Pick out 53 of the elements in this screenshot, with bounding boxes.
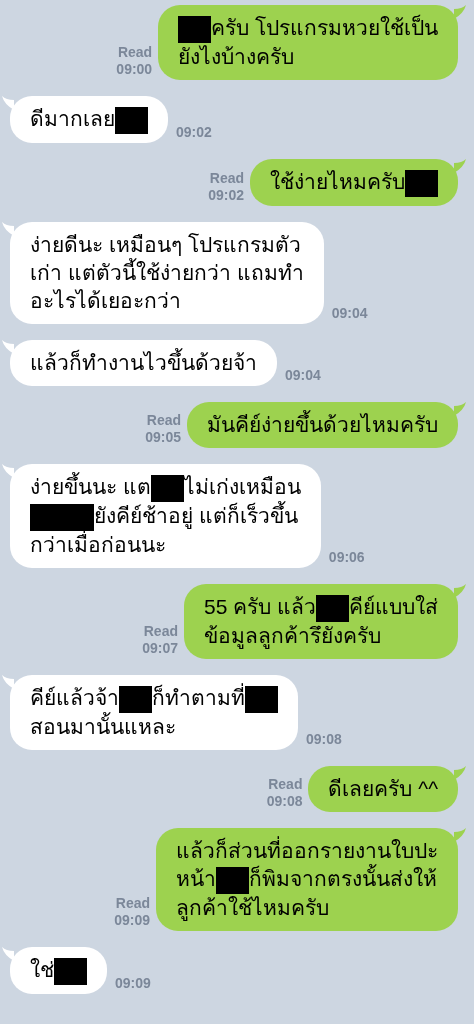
read-receipt: Read — [143, 622, 178, 640]
read-receipt: Read — [146, 411, 181, 429]
redaction-block — [216, 866, 249, 894]
message-time: 09:04 — [331, 304, 368, 322]
read-receipt: Read — [115, 894, 150, 912]
message-time: 09:09 — [115, 974, 151, 992]
message-text: หน้า — [176, 866, 216, 890]
message-text: ไม่เก่งเหมือน — [183, 474, 301, 498]
message-text: ดีมากเลย — [30, 106, 115, 130]
message-time: 09:08 — [266, 792, 303, 810]
message-time: 09:09 — [114, 911, 150, 929]
message-text: อะไรได้เยอะกว่า — [30, 288, 181, 312]
redaction-block — [115, 106, 148, 134]
redaction-block — [245, 685, 278, 713]
redaction-block — [178, 15, 212, 43]
message-text: คีย์แบบใส่ — [349, 594, 438, 618]
message-text: กว่าเมื่อก่อนนะ — [30, 532, 166, 556]
redaction-block — [30, 503, 94, 531]
message-text: แล้วก็ทำงานไวขึ้นด้วยจ้า — [30, 350, 257, 374]
message-text: ลูกค้าใช้ไหมครับ — [176, 895, 329, 919]
message-text: ข้อมูลลูกค้ารึยังครับ — [203, 623, 381, 647]
message-text: สอนมานั้นแหละ — [30, 714, 176, 738]
message-time: 09:04 — [285, 366, 321, 384]
message-text: เก่า แต่ตัวนี้ใช้ง่ายกว่า แถมทำ — [30, 260, 304, 284]
redaction-block — [119, 685, 152, 713]
message-time: 09:02 — [176, 123, 212, 141]
message-text: คีย์แล้วจ้า — [30, 685, 119, 709]
message-text: ยังคีย์ช้าอยู่ แต่ก็เร็วขึ้น — [94, 503, 298, 527]
message-text: ก็พิมจากตรงนั้นส่งให้ — [249, 866, 437, 890]
message-text: ครับ โปรแกรมหวยใช้เป็น — [211, 16, 438, 39]
message-text: ดีเลยครับ ^^ — [328, 776, 438, 800]
message-text: ใช้ง่ายไหมครับ — [270, 169, 405, 193]
message-text: ใช่ — [30, 957, 54, 981]
message-text: ง่ายดีนะ เหมือนๆ โปรแกรมตัว — [30, 232, 301, 256]
read-receipt: Read — [117, 43, 153, 61]
redaction-block — [54, 957, 87, 985]
message-time: 09:02 — [208, 186, 244, 204]
message-time: 09:05 — [145, 428, 181, 446]
message-text: ยังไงบ้างครับ — [178, 44, 295, 68]
message-text: มันคีย์ง่ายขึ้นด้วยไหมครับ — [207, 412, 438, 436]
message-text: 55 ครับ แล้ว — [203, 594, 316, 618]
read-receipt: Read — [209, 169, 244, 187]
message-text: แล้วก็ส่วนที่ออกรายงานใบปะ — [176, 838, 438, 862]
message-time: 09:07 — [142, 639, 178, 657]
message-text: ก็ทำตามที่ — [152, 685, 245, 709]
read-receipt: Read — [268, 775, 303, 793]
redaction-block — [316, 594, 349, 622]
message-time: 09:06 — [328, 548, 365, 566]
message-time: 09:08 — [306, 730, 342, 748]
message-text: ง่ายขึ้นนะ แต — [30, 474, 151, 498]
message-time: 09:00 — [116, 60, 153, 78]
redaction-block — [150, 474, 184, 502]
redaction-block — [405, 169, 438, 197]
